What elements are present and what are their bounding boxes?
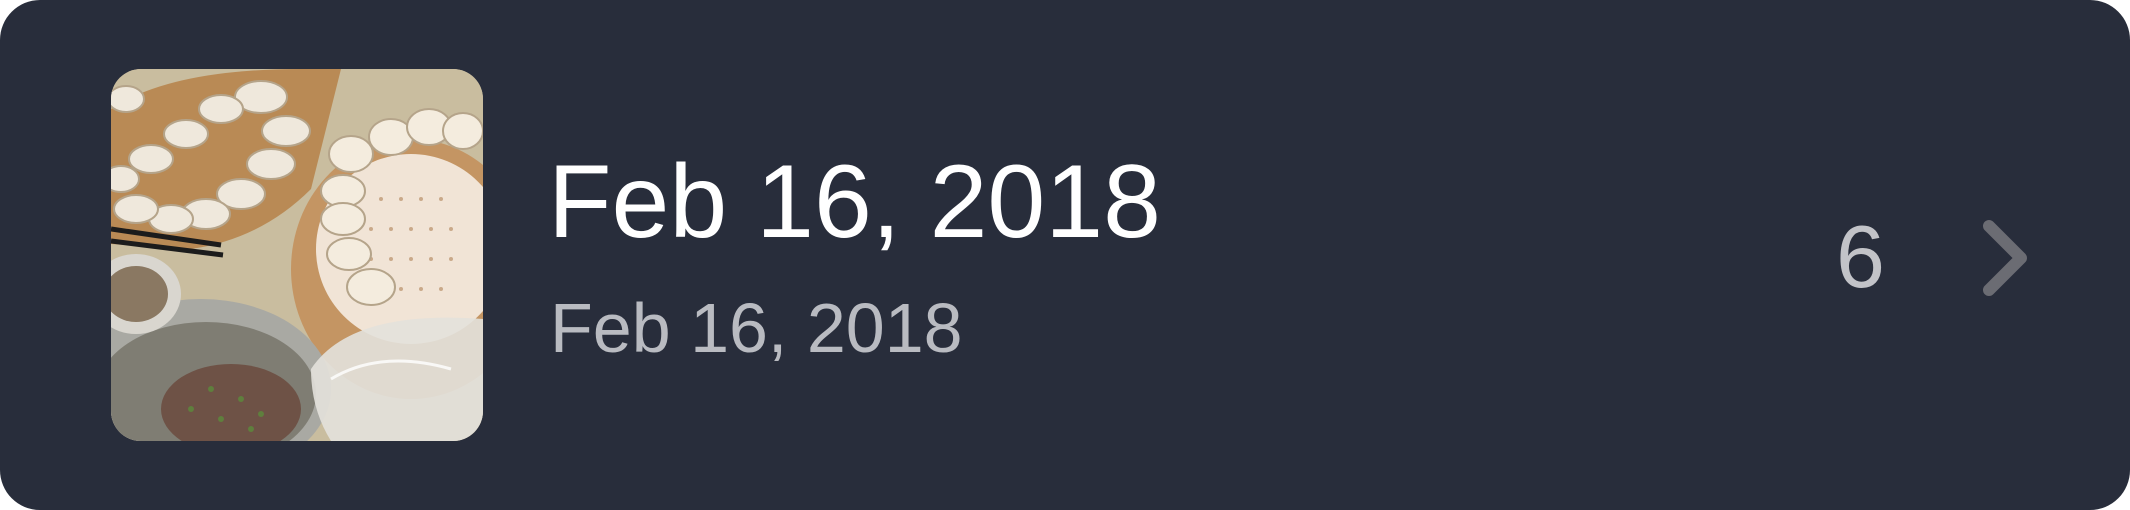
row-title: Feb 16, 2018 bbox=[548, 144, 1161, 260]
photo-thumbnail bbox=[111, 69, 483, 441]
chevron-right-icon bbox=[1983, 220, 2027, 296]
row-subtitle: Feb 16, 2018 bbox=[550, 289, 963, 367]
album-list-row[interactable]: Feb 16, 2018 Feb 16, 2018 6 bbox=[0, 0, 2130, 510]
item-count: 6 bbox=[1836, 207, 1885, 306]
